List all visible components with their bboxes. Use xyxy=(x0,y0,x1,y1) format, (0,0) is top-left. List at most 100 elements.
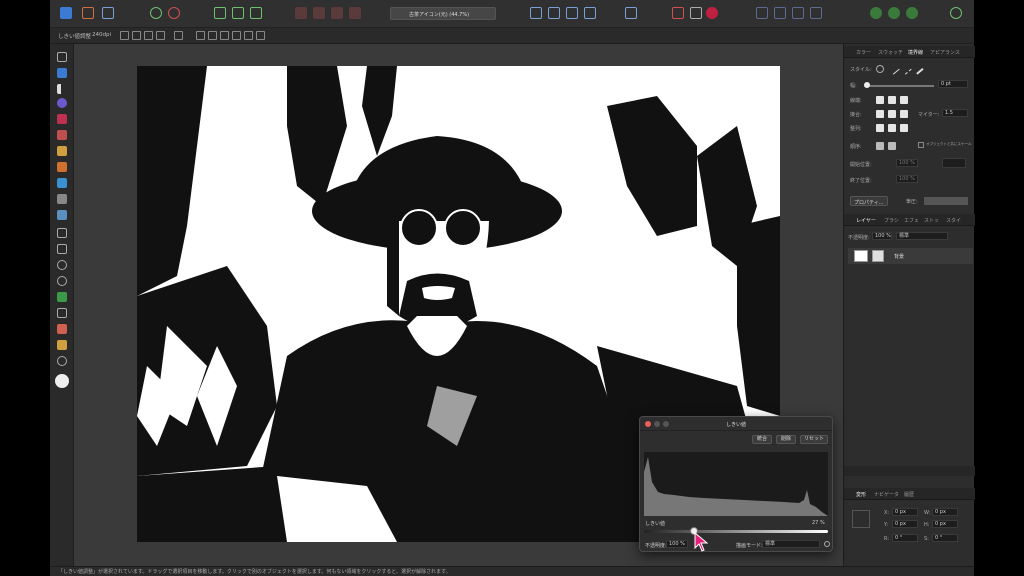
align-b-icon[interactable] xyxy=(208,31,217,40)
properties-button[interactable]: プロパティ... xyxy=(850,196,888,206)
align-a-icon[interactable] xyxy=(196,31,205,40)
s-input[interactable]: 0 ° xyxy=(932,534,958,542)
tab-stock[interactable]: ストッ xyxy=(924,217,939,224)
transform-icon[interactable] xyxy=(214,7,226,19)
cap-round-icon[interactable] xyxy=(888,96,896,104)
delete-button[interactable]: 削除 xyxy=(776,435,796,444)
user-icon[interactable] xyxy=(950,7,962,19)
ellipse-tool-icon[interactable] xyxy=(57,260,67,270)
donut-tool-icon[interactable] xyxy=(57,276,67,286)
align-left-icon[interactable] xyxy=(530,7,542,19)
align-e-icon[interactable] xyxy=(244,31,253,40)
app-logo-icon[interactable] xyxy=(60,7,72,19)
grid-icon[interactable] xyxy=(132,31,141,40)
miter-input[interactable]: 1.5 xyxy=(942,109,968,117)
shape-tool-icon[interactable] xyxy=(57,292,67,302)
text-tool-icon[interactable] xyxy=(57,308,67,318)
dashed-line-icon[interactable] xyxy=(900,63,912,75)
minimize-icon[interactable] xyxy=(654,421,660,427)
cap-butt-icon[interactable] xyxy=(876,96,884,104)
arrange1-icon[interactable] xyxy=(756,7,768,19)
fill-color-swatch[interactable] xyxy=(55,374,69,388)
corner-tool-icon[interactable] xyxy=(57,98,67,108)
tab-history[interactable]: 履歴 xyxy=(904,491,914,498)
crop-icon[interactable] xyxy=(672,7,684,19)
align-center-stroke-icon[interactable] xyxy=(876,124,884,132)
w-input[interactable]: 0 px xyxy=(932,508,958,516)
dialog-opacity-input[interactable]: 100 % xyxy=(666,540,688,548)
join-bevel-icon[interactable] xyxy=(900,110,908,118)
zoom-tool-icon[interactable] xyxy=(57,356,67,366)
color1-icon[interactable] xyxy=(870,7,882,19)
expand-icon[interactable] xyxy=(156,31,165,40)
h-input[interactable]: 0 px xyxy=(932,520,958,528)
merge-button[interactable]: 統合 xyxy=(752,435,772,444)
record-icon[interactable] xyxy=(706,7,718,19)
cap-square-icon[interactable] xyxy=(900,96,908,104)
join-miter-icon[interactable] xyxy=(876,110,884,118)
align-d-icon[interactable] xyxy=(232,31,241,40)
width-slider[interactable] xyxy=(864,85,934,87)
place-image-icon[interactable] xyxy=(57,210,67,220)
move-tool-icon[interactable] xyxy=(57,52,67,62)
tab-styles[interactable]: スタイ xyxy=(946,217,961,224)
align-outside-stroke-icon[interactable] xyxy=(900,124,908,132)
ruler-tool-icon[interactable] xyxy=(57,340,67,350)
brush-line-icon[interactable] xyxy=(912,63,924,75)
boolean-xor-icon[interactable] xyxy=(349,7,361,19)
x-input[interactable]: 0 px xyxy=(892,508,918,516)
close-icon[interactable] xyxy=(645,421,651,427)
fill-tool-icon[interactable] xyxy=(57,178,67,188)
pencil-tool-icon[interactable] xyxy=(57,130,67,140)
fit-icon[interactable] xyxy=(144,31,153,40)
anchor-grid[interactable] xyxy=(852,510,870,528)
pen-tool-icon[interactable] xyxy=(57,114,67,124)
order-back-icon[interactable] xyxy=(888,142,896,150)
color2-icon[interactable] xyxy=(888,7,900,19)
align-f-icon[interactable] xyxy=(256,31,265,40)
tab-stroke[interactable]: 境界線 xyxy=(908,49,923,56)
settings-icon[interactable] xyxy=(168,7,180,19)
snap-icon[interactable] xyxy=(174,31,183,40)
layer-opacity-input[interactable]: 100 % xyxy=(872,232,892,240)
font-dropdown[interactable]: 古茶アイコン(元) (44.7%) xyxy=(390,7,496,20)
tab-navigator[interactable]: ナビゲータ xyxy=(874,491,899,498)
no-stroke-icon[interactable] xyxy=(876,65,884,73)
order-front-icon[interactable] xyxy=(876,142,884,150)
tab-transform[interactable]: 変形 xyxy=(856,491,866,498)
rectangle-tool-icon[interactable] xyxy=(57,244,67,254)
boolean-add-icon[interactable] xyxy=(295,7,307,19)
boolean-subtract-icon[interactable] xyxy=(313,7,325,19)
node-tool-icon[interactable] xyxy=(57,84,67,94)
scale-checkbox[interactable] xyxy=(918,142,924,148)
align-right-icon[interactable] xyxy=(566,7,578,19)
pixel-persona-icon[interactable] xyxy=(82,7,94,19)
start-input[interactable]: 100 % xyxy=(896,159,918,167)
tab-appearance[interactable]: アピアランス xyxy=(930,49,960,56)
tab-layers[interactable]: レイヤー xyxy=(856,217,876,224)
transform2-icon[interactable] xyxy=(232,7,244,19)
r-input[interactable]: 0 ° xyxy=(892,534,918,542)
solid-line-icon[interactable] xyxy=(888,63,900,75)
zoom-icon[interactable] xyxy=(663,421,669,427)
align-center-icon[interactable] xyxy=(548,7,560,19)
align-c-icon[interactable] xyxy=(220,31,229,40)
tab-color[interactable]: カラー xyxy=(856,49,871,56)
end-input[interactable]: 100 % xyxy=(896,175,918,183)
tab-brushes[interactable]: ブラシ xyxy=(884,217,899,224)
align-inside-stroke-icon[interactable] xyxy=(888,124,896,132)
export-persona-icon[interactable] xyxy=(102,7,114,19)
color3-icon[interactable] xyxy=(906,7,918,19)
boolean-intersect-icon[interactable] xyxy=(331,7,343,19)
y-input[interactable]: 0 px xyxy=(892,520,918,528)
transparency-tool-icon[interactable] xyxy=(57,194,67,204)
width-input[interactable]: 0 pt xyxy=(938,80,968,88)
artboard-tool-icon[interactable] xyxy=(57,68,67,78)
width-slider-thumb[interactable] xyxy=(864,82,870,88)
layer-blend-select[interactable]: 標準 xyxy=(896,232,948,240)
reset-button[interactable]: リセット xyxy=(800,435,828,444)
join-round-icon[interactable] xyxy=(888,110,896,118)
pressure-graph[interactable] xyxy=(924,197,968,205)
arrange2-icon[interactable] xyxy=(774,7,786,19)
start-arrow-button[interactable] xyxy=(942,158,966,168)
